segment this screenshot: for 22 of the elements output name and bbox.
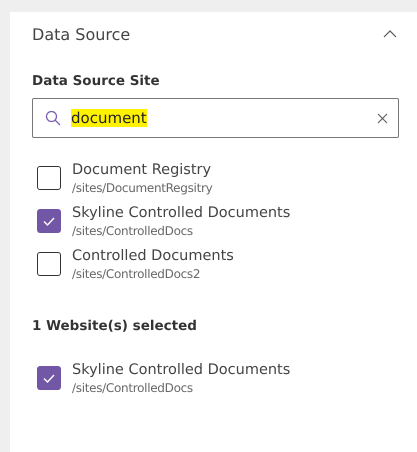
checkmark-icon	[43, 216, 55, 226]
selection-summary: 1 Website(s) selected	[32, 318, 198, 334]
section-title: Data Source	[32, 24, 130, 44]
site-name: Skyline Controlled Documents	[72, 361, 290, 380]
checkbox[interactable]	[37, 366, 61, 390]
site-path: /sites/ControlledDocs2	[72, 266, 202, 282]
checkbox[interactable]	[37, 252, 61, 276]
site-path: /sites/ControlledDocs	[72, 223, 194, 239]
site-name: Skyline Controlled Documents	[72, 204, 290, 223]
search-icon	[45, 110, 61, 126]
site-path: /sites/DocumentRegsitry	[72, 180, 212, 196]
search-field[interactable]: document	[32, 98, 399, 138]
field-label: Data Source Site	[32, 73, 161, 89]
site-name: Document Registry	[72, 161, 212, 180]
checkbox[interactable]	[37, 209, 61, 233]
chevron-up-icon[interactable]	[383, 30, 397, 38]
search-value: document	[71, 109, 147, 127]
checkbox[interactable]	[37, 166, 61, 190]
close-icon[interactable]	[377, 112, 388, 124]
checkmark-icon	[43, 374, 55, 382]
site-name: Controlled Documents	[72, 247, 234, 266]
site-path: /sites/ControlledDocs	[72, 380, 194, 396]
